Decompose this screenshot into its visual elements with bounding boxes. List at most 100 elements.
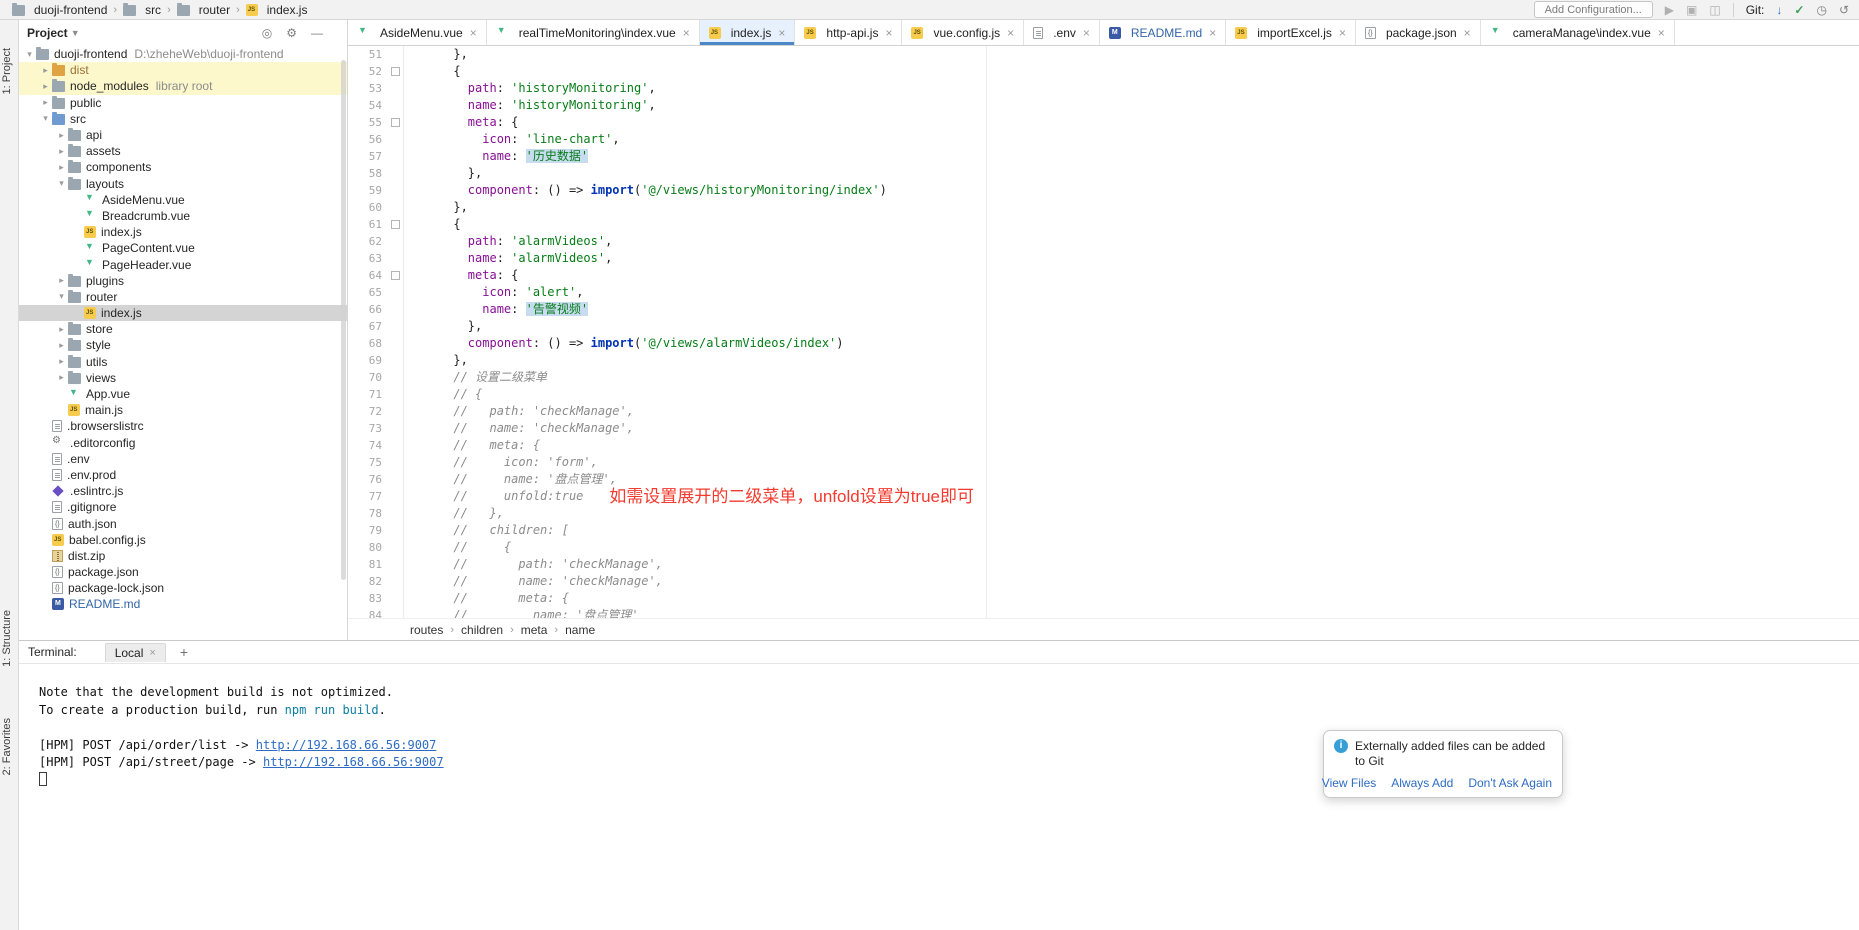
tree-item-package-lock-json[interactable]: package-lock.json xyxy=(19,580,347,596)
tree-item-utils[interactable]: ▸utils xyxy=(19,354,347,370)
tree-item-index-js[interactable]: index.js xyxy=(19,224,347,240)
tree-item-api[interactable]: ▸api xyxy=(19,127,347,143)
tree-item-router[interactable]: ▾router xyxy=(19,289,347,305)
dont-ask-again-link[interactable]: Don't Ask Again xyxy=(1468,776,1552,790)
breadcrumb-item-router[interactable]: router xyxy=(175,3,232,17)
close-icon[interactable]: × xyxy=(778,26,785,40)
tree-item-env-prod[interactable]: .env.prod xyxy=(19,467,347,483)
close-icon[interactable]: × xyxy=(1658,26,1665,40)
close-icon[interactable]: × xyxy=(1007,26,1014,40)
tree-item-pageheader-vue[interactable]: PageHeader.vue xyxy=(19,256,347,272)
close-icon[interactable]: × xyxy=(1464,26,1471,40)
tree-item-editorconfig[interactable]: .editorconfig xyxy=(19,435,347,451)
close-icon[interactable]: × xyxy=(885,26,892,40)
fold-icon[interactable] xyxy=(388,216,404,233)
git-commit-icon[interactable]: ✓ xyxy=(1794,3,1804,17)
tree-item-views[interactable]: ▸views xyxy=(19,370,347,386)
project-view-selector[interactable]: Project xyxy=(27,26,68,40)
tree-item-babel-config-js[interactable]: babel.config.js xyxy=(19,532,347,548)
tree-item-plugins[interactable]: ▸plugins xyxy=(19,273,347,289)
chevron-down-icon[interactable]: ▾ xyxy=(55,178,68,189)
chevron-right-icon[interactable]: ▸ xyxy=(39,81,52,92)
tree-item-readme-md[interactable]: README.md xyxy=(19,596,347,612)
terminal-tab-local[interactable]: Local × xyxy=(105,643,166,662)
tree-item-dist-zip[interactable]: dist.zip xyxy=(19,548,347,564)
fold-icon[interactable] xyxy=(388,267,404,284)
tree-item-pagecontent-vue[interactable]: PageContent.vue xyxy=(19,240,347,256)
coverage-icon[interactable]: ▣ xyxy=(1686,3,1697,17)
chevron-right-icon[interactable]: ▸ xyxy=(55,340,68,351)
stripe-favorites-button[interactable]: 2: Favorites xyxy=(1,718,13,775)
breadcrumb-item-index-js[interactable]: index.js xyxy=(244,3,310,17)
tree-item-assets[interactable]: ▸assets xyxy=(19,143,347,159)
tree-item-layouts[interactable]: ▾layouts xyxy=(19,176,347,192)
tab-http-api-js[interactable]: http-api.js× xyxy=(795,20,902,45)
tab-cameramanage-index-vue[interactable]: cameraManage\index.vue× xyxy=(1481,20,1675,45)
breadcrumb-item-duoji-frontend[interactable]: duoji-frontend xyxy=(10,3,109,17)
tab-vue-config-js[interactable]: vue.config.js× xyxy=(902,20,1024,45)
history-icon[interactable]: ◷ xyxy=(1816,3,1826,17)
tree-item-browserslistrc[interactable]: .browserslistrc xyxy=(19,418,347,434)
tab-asidemenu-vue[interactable]: AsideMenu.vue× xyxy=(348,20,487,45)
tree-item-components[interactable]: ▸components xyxy=(19,159,347,175)
tree-item-public[interactable]: ▸public xyxy=(19,95,347,111)
tree-item-package-json[interactable]: package.json xyxy=(19,564,347,580)
close-icon[interactable]: × xyxy=(1339,26,1346,40)
tree-item-eslintrc-js[interactable]: .eslintrc.js xyxy=(19,483,347,499)
chevron-right-icon[interactable]: ▸ xyxy=(55,324,68,335)
rollback-icon[interactable]: ↺ xyxy=(1839,3,1849,17)
terminal-url-link[interactable]: http://192.168.66.56:9007 xyxy=(263,755,444,769)
breadcrumb-item-children[interactable]: children xyxy=(459,623,505,637)
fold-icon[interactable] xyxy=(388,114,404,131)
tree-item-auth-json[interactable]: auth.json xyxy=(19,515,347,531)
locate-file-icon[interactable]: ◎ xyxy=(262,26,272,40)
tab-readme-md[interactable]: README.md× xyxy=(1100,20,1226,45)
new-terminal-session-icon[interactable]: + xyxy=(180,644,188,660)
stripe-project-button[interactable]: 1: Project xyxy=(1,48,13,94)
settings-gear-icon[interactable]: ⚙ xyxy=(286,26,297,40)
tree-item-gitignore[interactable]: .gitignore xyxy=(19,499,347,515)
git-update-icon[interactable]: ↓ xyxy=(1776,3,1782,17)
tab-importexcel-js[interactable]: importExcel.js× xyxy=(1226,20,1356,45)
breadcrumb-item-meta[interactable]: meta xyxy=(519,623,550,637)
chevron-right-icon[interactable]: ▸ xyxy=(55,356,68,367)
fold-icon[interactable] xyxy=(388,63,404,80)
tree-item-store[interactable]: ▸store xyxy=(19,321,347,337)
breadcrumb-item-src[interactable]: src xyxy=(121,3,163,17)
chevron-down-icon[interactable]: ▾ xyxy=(55,291,68,302)
chevron-right-icon[interactable]: ▸ xyxy=(39,97,52,108)
terminal-output[interactable]: Note that the development build is not o… xyxy=(19,664,1859,789)
chevron-right-icon[interactable]: ▸ xyxy=(55,146,68,157)
tree-item-dist[interactable]: ▸dist xyxy=(19,62,347,78)
tab-index-js[interactable]: index.js× xyxy=(700,20,796,45)
tab-realtimemonitoring-index-vue[interactable]: realTimeMonitoring\index.vue× xyxy=(487,20,700,45)
close-icon[interactable]: × xyxy=(470,26,477,40)
tree-scrollbar[interactable] xyxy=(341,60,346,580)
close-icon[interactable]: × xyxy=(149,647,155,659)
profiler-icon[interactable]: ◫ xyxy=(1709,3,1720,17)
tab-env[interactable]: .env× xyxy=(1024,20,1100,45)
always-add-link[interactable]: Always Add xyxy=(1391,776,1453,790)
hide-panel-icon[interactable]: — xyxy=(311,26,323,40)
stripe-structure-button[interactable]: 1: Structure xyxy=(1,610,13,667)
close-icon[interactable]: × xyxy=(683,26,690,40)
tree-item-index-js[interactable]: index.js xyxy=(19,305,347,321)
chevron-right-icon[interactable]: ▸ xyxy=(55,372,68,383)
tree-item-style[interactable]: ▸style xyxy=(19,337,347,353)
chevron-down-icon[interactable]: ▾ xyxy=(39,113,52,124)
breadcrumb-item-routes[interactable]: routes xyxy=(408,623,445,637)
chevron-right-icon[interactable]: ▸ xyxy=(55,162,68,173)
view-files-link[interactable]: View Files xyxy=(1322,776,1376,790)
add-configuration-button[interactable]: Add Configuration... xyxy=(1534,1,1653,18)
tree-item-app-vue[interactable]: App.vue xyxy=(19,386,347,402)
run-icon[interactable]: ▶ xyxy=(1665,3,1674,17)
chevron-right-icon[interactable]: ▸ xyxy=(39,65,52,76)
tab-package-json[interactable]: package.json× xyxy=(1356,20,1481,45)
tree-item-duoji-frontend[interactable]: ▾duoji-frontendD:\zheheWeb\duoji-fronten… xyxy=(19,46,347,62)
tree-item-main-js[interactable]: main.js xyxy=(19,402,347,418)
breadcrumb-item-name[interactable]: name xyxy=(563,623,597,637)
tree-item-env[interactable]: .env xyxy=(19,451,347,467)
chevron-down-icon[interactable]: ▾ xyxy=(23,49,36,60)
code-editor[interactable]: 51 },52 {53 path: 'historyMonitoring',54… xyxy=(348,46,1859,618)
chevron-right-icon[interactable]: ▸ xyxy=(55,275,68,286)
